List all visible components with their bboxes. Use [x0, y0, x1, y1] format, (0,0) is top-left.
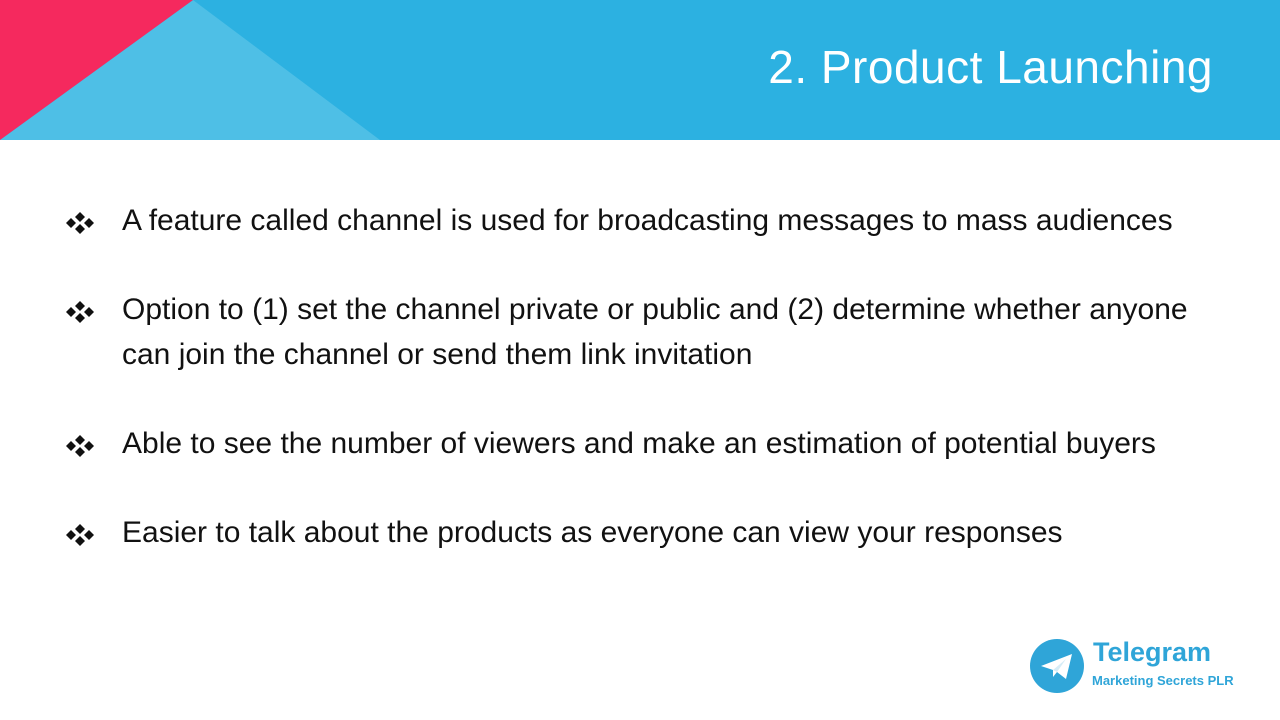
bullet-item: A feature called channel is used for bro… — [66, 198, 1226, 243]
diamond-bullet-icon — [66, 435, 94, 457]
diamond-bullet-icon — [66, 301, 94, 323]
bullet-text: A feature called channel is used for bro… — [122, 204, 1173, 237]
bullet-item: Easier to talk about the products as eve… — [66, 510, 1226, 555]
slide-header: 2. Product Launching — [0, 0, 1280, 140]
bullet-text: Able to see the number of viewers and ma… — [122, 427, 1156, 460]
diamond-bullet-icon — [66, 524, 94, 546]
telegram-plane-icon — [1030, 639, 1084, 693]
logo-subtitle: Marketing Secrets PLR — [1092, 673, 1234, 688]
bullet-item: Able to see the number of viewers and ma… — [66, 421, 1226, 466]
logo-name: Telegram — [1093, 637, 1212, 667]
bullet-list: A feature called channel is used for bro… — [66, 198, 1226, 599]
bullet-item: Option to (1) set the channel private or… — [66, 287, 1226, 377]
diamond-bullet-icon — [66, 212, 94, 234]
slide-title: 2. Product Launching — [768, 41, 1213, 93]
bullet-text: Option to (1) set the channel private or… — [122, 293, 1188, 371]
bullet-text: Easier to talk about the products as eve… — [122, 516, 1063, 549]
telegram-logo: Telegram Marketing Secrets PLR — [1030, 637, 1240, 695]
